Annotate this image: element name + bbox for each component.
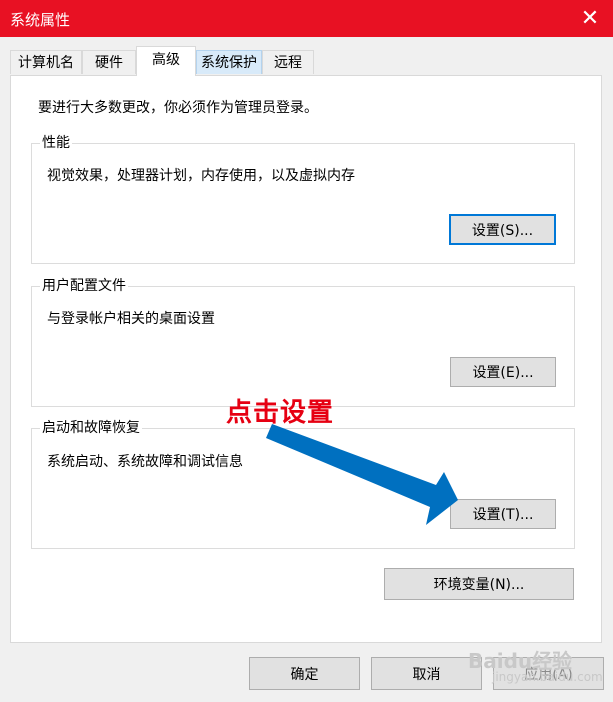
watermark-url: jingyan.baidu.com [492, 670, 603, 684]
annotation-arrow-icon [266, 424, 458, 525]
tab-advanced[interactable]: 高级 [136, 46, 196, 76]
